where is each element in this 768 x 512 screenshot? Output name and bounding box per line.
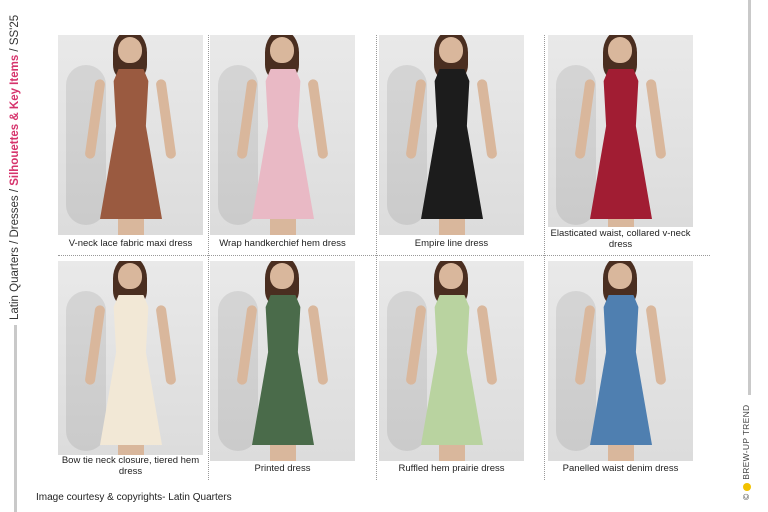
dress-card[interactable]: Wrap handkerchief hem dress bbox=[210, 35, 355, 253]
dress-caption: Bow tie neck closure, tiered hem dress bbox=[61, 455, 200, 477]
dress-garment bbox=[421, 69, 483, 219]
dress-photo[interactable] bbox=[58, 261, 203, 455]
column-separator bbox=[208, 35, 209, 480]
breadcrumb-suffix: / SS'25 bbox=[9, 14, 21, 55]
dress-photo[interactable] bbox=[379, 261, 524, 461]
dress-photo[interactable] bbox=[548, 35, 693, 227]
dress-photo[interactable] bbox=[210, 261, 355, 461]
dress-caption: Wrap handkerchief hem dress bbox=[219, 238, 346, 249]
dress-caption: Ruffled hem prairie dress bbox=[398, 463, 505, 474]
dress-caption: Empire line dress bbox=[414, 238, 489, 249]
left-divider-bar bbox=[14, 325, 17, 512]
column-separator bbox=[544, 35, 545, 480]
dress-garment bbox=[590, 295, 652, 445]
dress-photo[interactable] bbox=[379, 35, 524, 235]
dress-photo[interactable] bbox=[210, 35, 355, 235]
breadcrumb-text: Latin Quarters / Dresses / Silhouettes &… bbox=[4, 15, 26, 320]
image-credit: Image courtesy & copyrights- Latin Quart… bbox=[36, 492, 232, 503]
right-divider-bar bbox=[748, 0, 751, 395]
dress-caption: Panelled waist denim dress bbox=[562, 463, 679, 474]
brand-name: BREW-UP TREND bbox=[741, 404, 751, 480]
dress-photo[interactable] bbox=[548, 261, 693, 461]
copyright-symbol: © bbox=[741, 493, 751, 500]
dress-garment bbox=[252, 69, 314, 219]
breadcrumb-highlight: Silhouettes & Key Items bbox=[9, 54, 21, 186]
dress-card[interactable]: Ruffled hem prairie dress bbox=[379, 261, 524, 479]
dress-caption: Elasticated waist, collared v-neck dress bbox=[550, 228, 691, 250]
dress-grid: V-neck lace fabric maxi dress Wrap handk… bbox=[58, 35, 710, 480]
dress-card[interactable]: Empire line dress bbox=[379, 35, 524, 253]
dress-card[interactable]: Elasticated waist, collared v-neck dress bbox=[548, 35, 693, 253]
brand-logo-icon bbox=[742, 482, 751, 491]
dress-garment bbox=[100, 69, 162, 219]
column-separator bbox=[376, 35, 377, 480]
brand-mark: © BREW-UP TREND bbox=[740, 405, 752, 500]
row-separator bbox=[58, 255, 710, 256]
dress-garment bbox=[252, 295, 314, 445]
dress-garment bbox=[100, 295, 162, 445]
dress-card[interactable]: V-neck lace fabric maxi dress bbox=[58, 35, 203, 253]
dress-caption: Printed dress bbox=[254, 463, 311, 474]
dress-card[interactable]: Panelled waist denim dress bbox=[548, 261, 693, 479]
dress-card[interactable]: Printed dress bbox=[210, 261, 355, 479]
breadcrumb-prefix: Latin Quarters / Dresses / bbox=[9, 185, 21, 320]
breadcrumb: Latin Quarters / Dresses / Silhouettes &… bbox=[4, 10, 26, 320]
dress-caption: V-neck lace fabric maxi dress bbox=[68, 238, 193, 249]
dress-card[interactable]: Bow tie neck closure, tiered hem dress bbox=[58, 261, 203, 479]
dress-garment bbox=[590, 69, 652, 219]
dress-garment bbox=[421, 295, 483, 445]
dress-photo[interactable] bbox=[58, 35, 203, 235]
